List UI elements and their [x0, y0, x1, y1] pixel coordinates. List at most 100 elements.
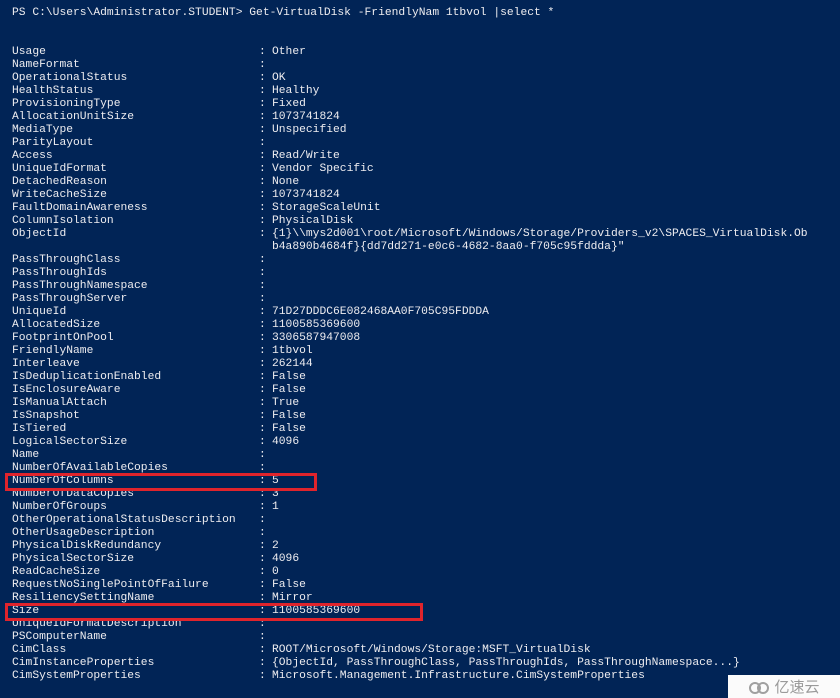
separator: :	[259, 189, 266, 201]
property-key: CimInstanceProperties	[12, 657, 155, 669]
property-value: 262144	[272, 358, 313, 370]
property-key: OperationalStatus	[12, 72, 128, 84]
property-key: OtherUsageDescription	[12, 527, 155, 539]
separator: :	[259, 410, 266, 422]
property-key: IsTiered	[12, 423, 67, 435]
property-row-footprintonpool: FootprintOnPool:3306587947008	[12, 332, 840, 345]
separator: :	[259, 670, 266, 682]
property-row-healthstatus: HealthStatus: Healthy	[12, 85, 840, 98]
property-row-readcachesize: ReadCacheSize:0	[12, 566, 840, 579]
property-value: False	[272, 579, 306, 591]
command-prompt[interactable]: PS C:\Users\Administrator.STUDENT> Get-V…	[12, 7, 554, 20]
property-value: 1100585369600	[272, 319, 361, 331]
separator: :	[259, 150, 266, 162]
property-row-requestnosinglepointoffailure: RequestNoSinglePointOfFailure: False	[12, 579, 840, 592]
property-key: UniqueId	[12, 306, 67, 318]
separator: :	[259, 553, 266, 565]
property-key: RequestNoSinglePointOfFailure	[12, 579, 209, 591]
property-value: {ObjectId, PassThroughClass, PassThrough…	[272, 657, 740, 669]
property-row-cimsystemproperties: CimSystemProperties: Microsoft.Management…	[12, 670, 840, 683]
property-key: PassThroughNamespace	[12, 280, 148, 292]
property-key: NumberOfGroups	[12, 501, 107, 513]
property-key: WriteCacheSize	[12, 189, 107, 201]
separator: :	[259, 228, 266, 240]
separator: :	[259, 371, 266, 383]
separator: :	[259, 306, 266, 318]
property-value: Vendor Specific	[272, 163, 374, 175]
property-row-passthroughserver: PassThroughServer:	[12, 293, 840, 306]
property-key: OtherOperationalStatusDescription	[12, 514, 236, 526]
separator: :	[259, 644, 266, 656]
property-row-friendlyname: FriendlyName:1tbvol	[12, 345, 840, 358]
property-row-istiered: IsTiered: False	[12, 423, 840, 436]
property-value: b4a890b4684f}{dd7dd271-e0c6-4682-8aa0-f7…	[272, 241, 625, 253]
property-row-mediatype: MediaType: Unspecified	[12, 124, 840, 137]
property-row-uniqueidformat: UniqueIdFormat: Vendor Specific	[12, 163, 840, 176]
property-row-paritylayout: ParityLayout:	[12, 137, 840, 150]
separator: :	[259, 254, 266, 266]
property-key: ParityLayout	[12, 137, 94, 149]
property-row-writecachesize: WriteCacheSize:1073741824	[12, 189, 840, 202]
property-row-issnapshot: IsSnapshot: False	[12, 410, 840, 423]
property-row-isenclosureaware: IsEnclosureAware: False	[12, 384, 840, 397]
property-row-cimclass: CimClass: ROOT/Microsoft/Windows/Storage:…	[12, 644, 840, 657]
property-value: False	[272, 371, 306, 383]
separator: :	[259, 423, 266, 435]
property-value: 2	[272, 540, 279, 552]
separator: :	[259, 85, 266, 97]
property-value: 1073741824	[272, 111, 340, 123]
property-key: Usage	[12, 46, 46, 58]
property-value: StorageScaleUnit	[272, 202, 381, 214]
property-row-pscomputername: PSComputerName:	[12, 631, 840, 644]
property-key: PSComputerName	[12, 631, 107, 643]
property-row-allocatedsize: AllocatedSize:1100585369600	[12, 319, 840, 332]
property-key: Name	[12, 449, 40, 461]
property-key: IsSnapshot	[12, 410, 80, 422]
separator: :	[259, 215, 266, 227]
separator: :	[259, 345, 266, 357]
property-row-provisioningtype: ProvisioningType: Fixed	[12, 98, 840, 111]
separator: :	[259, 566, 266, 578]
separator: :	[259, 59, 266, 71]
property-key: ColumnIsolation	[12, 215, 114, 227]
separator: :	[259, 111, 266, 123]
property-value: Healthy	[272, 85, 320, 97]
property-value: {1}\\mys2d001\root/Microsoft/Windows/Sto…	[272, 228, 808, 240]
separator: :	[259, 137, 266, 149]
property-key: ProvisioningType	[12, 98, 121, 110]
property-key: MediaType	[12, 124, 74, 136]
property-row-otherusagedescription: OtherUsageDescription:	[12, 527, 840, 540]
highlight-box-size	[5, 603, 423, 621]
property-value: 3306587947008	[272, 332, 361, 344]
property-row-columnisolation: ColumnIsolation: PhysicalDisk	[12, 215, 840, 228]
separator: :	[259, 527, 266, 539]
property-value: PhysicalDisk	[272, 215, 354, 227]
property-value: Other	[272, 46, 306, 58]
property-value: 1tbvol	[272, 345, 313, 357]
property-value: OK	[272, 72, 286, 84]
separator: :	[259, 436, 266, 448]
property-value: None	[272, 176, 300, 188]
property-row-access: Access: Read/Write	[12, 150, 840, 163]
property-key: ObjectId	[12, 228, 67, 240]
separator: :	[259, 540, 266, 552]
property-row-passthroughids: PassThroughIds:	[12, 267, 840, 280]
property-row-allocationunitsize: AllocationUnitSize:1073741824	[12, 111, 840, 124]
property-row-passthroughclass: PassThroughClass:	[12, 254, 840, 267]
property-key: FaultDomainAwareness	[12, 202, 148, 214]
property-key: NameFormat	[12, 59, 80, 71]
property-value: Fixed	[272, 98, 306, 110]
property-value: False	[272, 384, 306, 396]
property-key: PhysicalDiskRedundancy	[12, 540, 162, 552]
cloud-logo-icon	[749, 681, 770, 694]
property-row-interleave: Interleave:262144	[12, 358, 840, 371]
property-value: Microsoft.Management.Infrastructure.CimS…	[272, 670, 645, 682]
separator: :	[259, 358, 266, 370]
separator: :	[259, 397, 266, 409]
property-value: 71D27DDDC6E082468AA0F705C95FDDDA	[272, 306, 489, 318]
property-key: HealthStatus	[12, 85, 94, 97]
property-row-numberofgroups: NumberOfGroups:1	[12, 501, 840, 514]
property-row-physicalsectorsize: PhysicalSectorSize:4096	[12, 553, 840, 566]
property-row-nameformat: NameFormat:	[12, 59, 840, 72]
separator: :	[259, 332, 266, 344]
